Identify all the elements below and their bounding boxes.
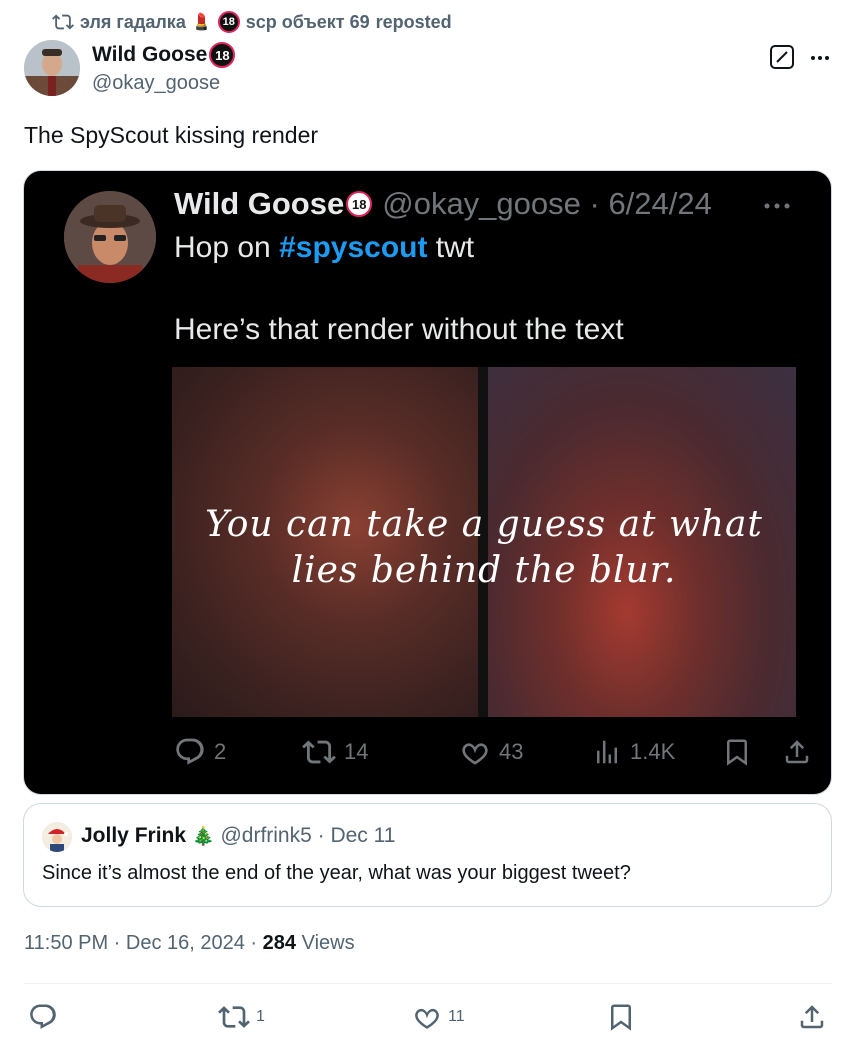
reposter-suffix[interactable]: scp объект 69 (246, 12, 370, 33)
author-name-row[interactable]: Wild Goose 18 (92, 42, 236, 68)
reply-header: Jolly Frink 🎄 @drfrink5 · Dec 11 (81, 824, 395, 848)
retweet-icon (52, 14, 74, 30)
edit-icon[interactable] (769, 44, 795, 70)
share-icon (800, 1005, 824, 1029)
timestamp[interactable]: 11:50 PM · Dec 16, 2024 · (24, 932, 263, 954)
tweet-action-bar: 1 11 (0, 998, 856, 1038)
reply-text: Since it’s almost the end of the year, w… (42, 862, 631, 884)
quoted-handle-date[interactable]: @okay_goose · 6/24/24 (382, 186, 712, 222)
views-count: 284 (262, 932, 297, 954)
quoted-bookmark-button[interactable] (722, 735, 752, 769)
quoted-reply-button[interactable]: 2 (174, 735, 226, 769)
retweet-icon (302, 740, 336, 764)
bookmark-icon (727, 739, 747, 766)
quoted-text-line1: Hop on #spyscout twt (174, 231, 474, 265)
reply-author-avatar[interactable] (42, 822, 72, 852)
like-button[interactable]: 11 (412, 998, 465, 1036)
nsfw-badge: 18 (217, 11, 240, 33)
overlay-caption: You can take a guess at what lies behind… (172, 502, 796, 594)
hashtag-link[interactable]: #spyscout (279, 231, 427, 264)
quoted-views-count: 1.4K (630, 739, 676, 764)
quoted-views-button[interactable]: 1.4K (592, 735, 675, 769)
author-name[interactable]: Wild Goose (92, 43, 207, 67)
more-icon[interactable] (762, 199, 792, 213)
quoted-action-bar: 2 14 43 1.4K (174, 735, 809, 769)
overlay-line-2: lies behind the blur. (291, 550, 677, 591)
views-label: Views (296, 932, 355, 954)
overlay-line-1: You can take a guess at what (205, 504, 763, 545)
quoted-like-button[interactable]: 43 (459, 735, 523, 769)
like-icon (415, 1008, 439, 1029)
author-avatar[interactable] (24, 40, 80, 96)
quoted-author-name[interactable]: Wild Goose (174, 186, 344, 222)
like-count: 11 (448, 1008, 465, 1025)
quoted-media[interactable]: You can take a guess at what lies behind… (172, 367, 796, 717)
divider (24, 983, 832, 984)
share-icon (785, 740, 809, 764)
quoted-text-post: twt (427, 231, 475, 264)
quoted-share-button[interactable] (782, 735, 812, 769)
more-icon[interactable] (808, 46, 832, 70)
reply-author-emoji: 🎄 (192, 825, 215, 846)
nsfw-badge: 18 (209, 42, 236, 68)
repost-label: reposted (375, 11, 452, 32)
tweet-meta: 11:50 PM · Dec 16, 2024 · 284 Views (24, 932, 355, 955)
quoted-tweet-card[interactable]: Wild Goose 18 @okay_goose · 6/24/24 Hop … (23, 170, 832, 795)
author-handle[interactable]: @okay_goose (92, 72, 220, 95)
quoted-author-avatar[interactable] (64, 191, 156, 283)
quoted-text-line2: Here’s that render without the text (174, 313, 624, 346)
reply-context-card[interactable]: Jolly Frink 🎄 @drfrink5 · Dec 11 Since i… (23, 803, 832, 907)
bookmark-icon (611, 1004, 631, 1031)
reply-handle-date[interactable]: @drfrink5 · Dec 11 (220, 824, 395, 848)
like-icon (462, 743, 488, 765)
reply-icon (176, 738, 204, 765)
bookmark-button[interactable] (606, 998, 636, 1036)
retweet-icon (218, 1006, 250, 1028)
tweet-text: The SpyScout kissing render (24, 122, 319, 148)
repost-count: 1 (256, 1008, 265, 1025)
nsfw-badge: 18 (346, 191, 373, 217)
quoted-header: Wild Goose 18 @okay_goose · 6/24/24 (174, 186, 712, 222)
repost-button[interactable]: 1 (218, 998, 265, 1036)
views-icon (597, 740, 617, 764)
reply-author-name[interactable]: Jolly Frink (81, 824, 186, 848)
share-button[interactable] (797, 998, 827, 1036)
reply-icon (30, 1004, 56, 1029)
reposter-emoji: 💄 (191, 14, 212, 31)
quoted-reply-count: 2 (214, 739, 227, 764)
repost-header[interactable]: эля гадалка 💄 18 scp объект 69 reposted (52, 10, 452, 34)
reply-button[interactable] (28, 998, 64, 1036)
quoted-text-pre: Hop on (174, 231, 280, 264)
quoted-like-count: 43 (499, 739, 524, 764)
reposter-name[interactable]: эля гадалка (80, 12, 186, 33)
quoted-repost-button[interactable]: 14 (302, 735, 368, 769)
quoted-repost-count: 14 (344, 739, 369, 764)
